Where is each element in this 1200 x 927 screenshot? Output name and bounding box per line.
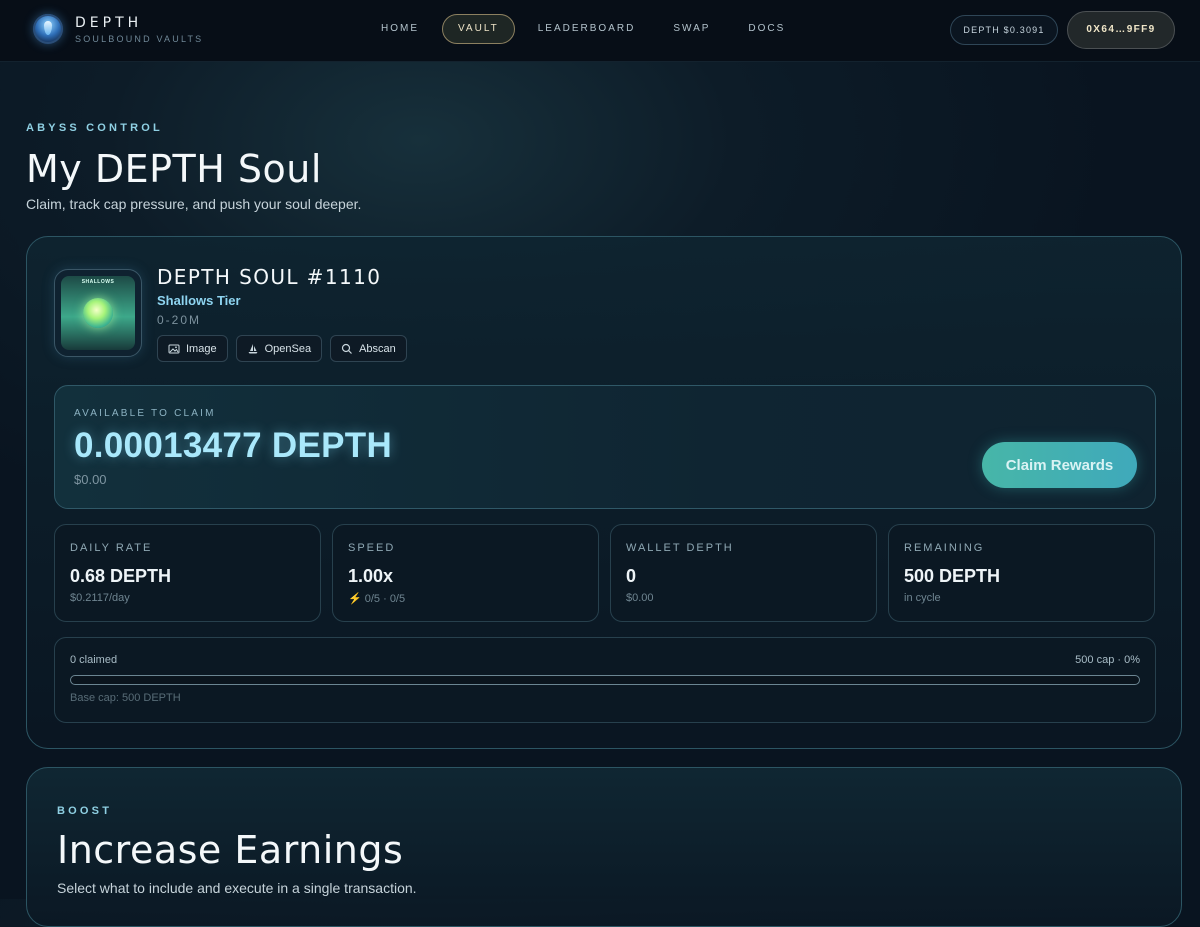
stat-wallet-depth: WALLET DEPTH 0 $0.00 — [610, 524, 877, 622]
stat-value: 0.68 DEPTH — [70, 566, 172, 586]
soul-tier: Shallows Tier — [157, 293, 241, 308]
nav-leaderboard[interactable]: LEADERBOARD — [523, 14, 651, 44]
abscan-link-button[interactable]: Abscan — [330, 335, 407, 362]
boost-subtitle: Select what to include and execute in a … — [57, 880, 417, 896]
depth-orb-icon — [33, 14, 63, 44]
stat-value: 500 DEPTH — [904, 566, 1001, 586]
boost-title: Increase Earnings — [57, 828, 404, 872]
boost-card: BOOST Increase Earnings Select what to i… — [26, 767, 1182, 927]
stat-value: 1.00x — [348, 566, 394, 586]
soul-artwork: SHALLOWS — [61, 276, 135, 350]
stat-remaining: REMAINING 500 DEPTH in cycle — [888, 524, 1155, 622]
stat-subtext: $0.00 — [626, 592, 654, 604]
nav-swap[interactable]: SWAP — [658, 14, 725, 44]
page-eyebrow: ABYSS CONTROL — [26, 122, 163, 134]
soul-card: SHALLOWS DEPTH SOUL #1110 Shallows Tier … — [26, 236, 1182, 749]
page-title: My DEPTH Soul — [26, 147, 322, 191]
sailboat-icon — [248, 343, 258, 353]
stat-label: DAILY RATE — [70, 542, 153, 554]
main-nav: HOME VAULT LEADERBOARD SWAP DOCS — [366, 14, 808, 44]
opensea-link-label: OpenSea — [264, 342, 312, 355]
stat-label: WALLET DEPTH — [626, 542, 734, 554]
stat-subtext: ⚡ 0/5 · 0/5 — [348, 593, 406, 605]
wallet-button[interactable]: 0X64…9FF9 — [1067, 11, 1175, 49]
cap-percentage: 500 cap · 0% — [1075, 654, 1140, 666]
search-icon — [341, 343, 352, 354]
page-subtitle: Claim, track cap pressure, and push your… — [26, 196, 362, 212]
soul-thumbnail[interactable]: SHALLOWS — [54, 269, 142, 357]
boost-eyebrow: BOOST — [57, 805, 113, 817]
soul-orb-icon — [83, 298, 113, 328]
nav-vault[interactable]: VAULT — [442, 14, 515, 44]
brand-tagline: SOULBOUND VAULTS — [75, 33, 204, 44]
opensea-link-button[interactable]: OpenSea — [235, 335, 323, 362]
stat-value: 0 — [626, 566, 637, 586]
claim-amount: 0.00013477 DEPTH — [74, 426, 393, 465]
soul-links: Image OpenSea Abscan — [157, 335, 415, 362]
cap-progress-bar — [70, 675, 1140, 685]
stat-subtext: in cycle — [904, 592, 941, 604]
stat-label: SPEED — [348, 542, 396, 554]
claimed-amount: 0 claimed — [70, 654, 118, 666]
base-cap-note: Base cap: 500 DEPTH — [70, 692, 181, 704]
claim-label: AVAILABLE TO CLAIM — [74, 408, 216, 419]
token-price-badge[interactable]: DEPTH $0.3091 — [950, 15, 1058, 45]
nav-home[interactable]: HOME — [366, 14, 434, 44]
claim-usd-value: $0.00 — [74, 472, 107, 487]
claim-rewards-button[interactable]: Claim Rewards — [982, 442, 1137, 488]
image-link-label: Image — [186, 342, 217, 355]
cap-progress-panel: 0 claimed 500 cap · 0% Base cap: 500 DEP… — [54, 637, 1156, 723]
soul-artwork-label: SHALLOWS — [81, 279, 115, 285]
top-navigation-bar: DEPTH SOULBOUND VAULTS HOME VAULT LEADER… — [0, 0, 1200, 62]
stat-daily-rate: DAILY RATE 0.68 DEPTH $0.2117/day — [54, 524, 321, 622]
nav-docs[interactable]: DOCS — [733, 14, 800, 44]
brand-text: DEPTH SOULBOUND VAULTS — [75, 15, 203, 44]
image-icon — [168, 344, 180, 353]
stat-subtext: $0.2117/day — [70, 592, 130, 604]
soul-name: DEPTH SOUL #1110 — [157, 265, 382, 289]
brand[interactable]: DEPTH SOULBOUND VAULTS — [33, 14, 203, 44]
image-link-button[interactable]: Image — [157, 335, 228, 362]
stat-speed: SPEED 1.00x ⚡ 0/5 · 0/5 — [332, 524, 599, 622]
claim-panel: AVAILABLE TO CLAIM 0.00013477 DEPTH $0.0… — [54, 385, 1156, 509]
abscan-link-label: Abscan — [359, 342, 396, 355]
brand-name: DEPTH — [75, 14, 143, 31]
stat-label: REMAINING — [904, 542, 985, 554]
soul-depth-range: 0-20M — [157, 313, 202, 327]
